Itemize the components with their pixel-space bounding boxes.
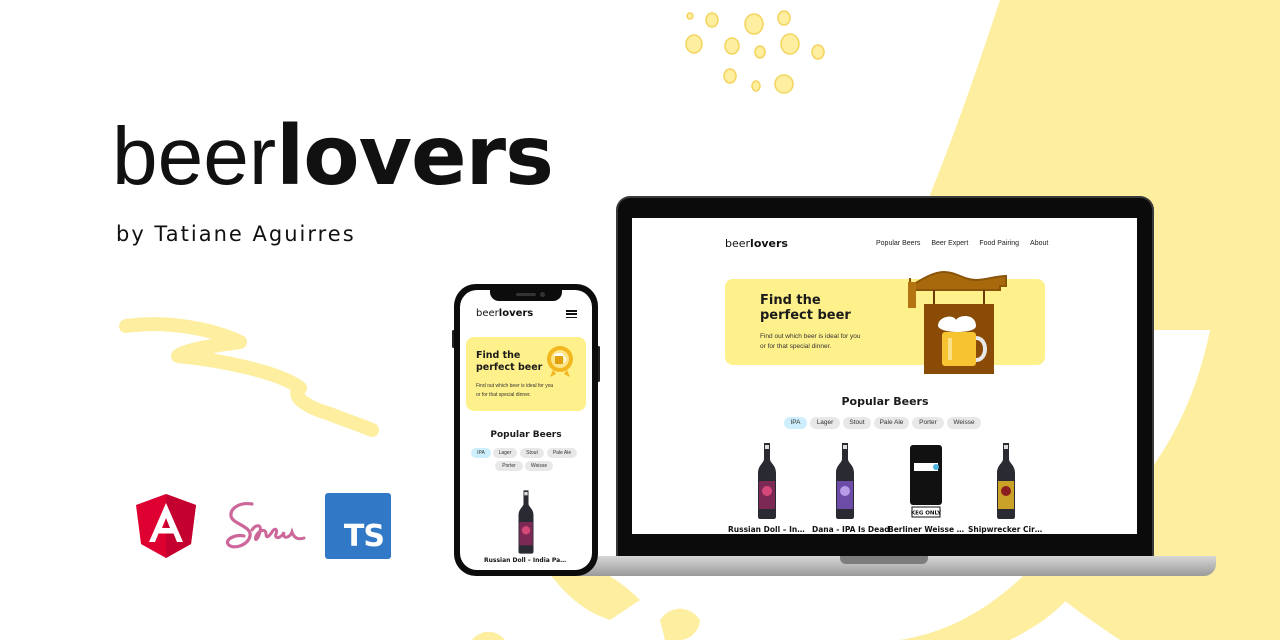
angular-icon xyxy=(136,494,196,558)
phone-screen: beerlovers Find the perfect beer Find ou… xyxy=(460,290,592,570)
phone-filter-chip-lager[interactable]: Lager xyxy=(493,448,517,458)
nav-food-pairing[interactable]: Food Pairing xyxy=(979,240,1019,247)
section-title-popular-beers: Popular Beers xyxy=(841,395,929,408)
phone-logo-light: beer xyxy=(476,308,499,319)
filter-chip-porter[interactable]: Porter xyxy=(912,417,944,429)
keg-only-label: KEG ONLY xyxy=(911,511,942,517)
beer-name[interactable]: Russian Doll – India Pale Ale xyxy=(728,525,806,534)
phone-hero-title: Find the perfect beer xyxy=(476,350,543,373)
beer-keg-berliner-weisse[interactable]: KEG ONLY xyxy=(908,443,944,519)
filter-chip-stout[interactable]: Stout xyxy=(843,417,871,429)
phone-hero-description: Find out which beer is ideal for you or … xyxy=(476,383,554,398)
phone-logo-bold: lovers xyxy=(498,308,534,319)
hero-title: Find the perfect beer xyxy=(760,293,851,323)
sass-icon xyxy=(225,502,306,549)
typescript-icon: TS xyxy=(325,493,391,559)
filter-chip-weisse[interactable]: Weisse xyxy=(947,417,981,429)
filter-chip-ipa[interactable]: IPA xyxy=(784,417,807,429)
site-logo-light: beer xyxy=(725,237,751,250)
site-logo[interactable]: beerlovers xyxy=(725,237,788,250)
beer-name[interactable]: Dana - IPA Is Dead xyxy=(812,525,890,534)
beer-sign-icon xyxy=(908,270,1007,374)
phone-filter-chip-pale-ale[interactable]: Pale Ale xyxy=(547,448,577,458)
filter-chip-lager[interactable]: Lager xyxy=(810,417,840,429)
main-nav: Popular Beers Beer Expert Food Pairing A… xyxy=(876,240,1048,247)
phone-site-logo[interactable]: beerlovers xyxy=(476,308,533,319)
phone-filter-chip-weisse[interactable]: Weisse xyxy=(525,461,553,471)
beer-bottle-dana[interactable] xyxy=(833,443,857,519)
beer-bottle-shipwrecker[interactable] xyxy=(994,443,1018,519)
brand-title: beerlovers xyxy=(112,109,554,204)
hamburger-menu-icon[interactable] xyxy=(566,310,577,319)
nav-popular-beers[interactable]: Popular Beers xyxy=(876,240,920,247)
brand-byline: by Tatiane Aguirres xyxy=(116,222,356,246)
phone-section-title: Popular Beers xyxy=(490,430,562,440)
phone-filter-chip-ipa[interactable]: IPA xyxy=(471,448,491,458)
nav-beer-expert[interactable]: Beer Expert xyxy=(931,240,968,247)
brand-title-light: beer xyxy=(112,111,277,202)
phone-beer-bottle-russian-doll[interactable] xyxy=(516,490,536,554)
beer-name[interactable]: Berliner Weisse With Yuzu xyxy=(888,525,966,534)
phone-beer-name[interactable]: Russian Doll – India Pale Ale xyxy=(484,557,568,564)
site-logo-bold: lovers xyxy=(750,237,788,250)
phone-filter-chip-porter[interactable]: Porter xyxy=(495,461,523,471)
nav-about[interactable]: About xyxy=(1030,240,1048,247)
beer-badge-icon xyxy=(547,346,573,377)
filter-chip-pale-ale[interactable]: Pale Ale xyxy=(874,417,909,429)
phone-filter-chip-stout[interactable]: Stout xyxy=(520,448,544,458)
laptop-screen: beerlovers Popular Beers Beer Expert Foo… xyxy=(632,218,1137,534)
beer-bottle-russian-doll[interactable] xyxy=(755,443,779,519)
hero-description: Find out which beer is ideal for you or … xyxy=(760,333,861,350)
beer-name[interactable]: Shipwrecker Circus xyxy=(968,525,1046,534)
phone-speaker xyxy=(516,293,536,296)
laptop-hinge-notch xyxy=(840,556,928,564)
brand-title-bold: lovers xyxy=(276,109,554,204)
phone-camera-icon xyxy=(540,292,545,297)
typescript-label: TS xyxy=(343,519,385,554)
